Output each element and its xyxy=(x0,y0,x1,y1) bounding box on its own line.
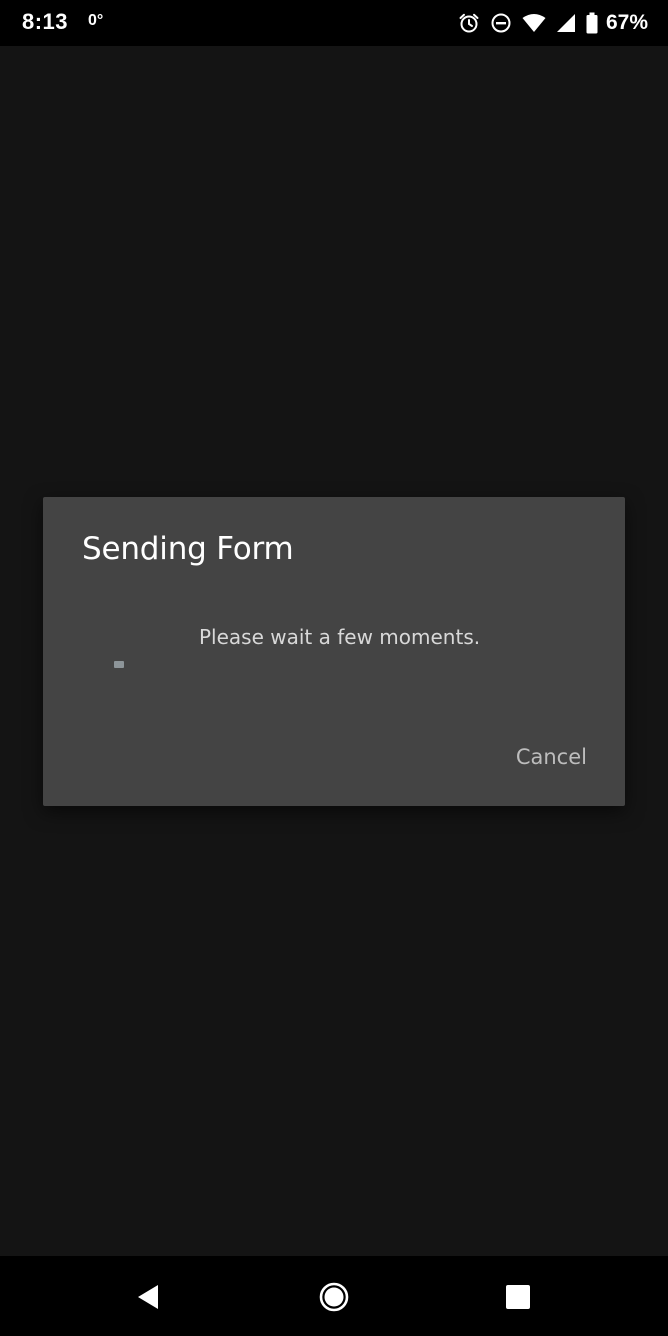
cell-signal-icon xyxy=(556,13,576,33)
battery-percent: 67% xyxy=(605,11,648,34)
home-icon xyxy=(319,1282,349,1312)
recents-icon xyxy=(506,1285,530,1309)
alarm-icon xyxy=(458,12,480,34)
home-button[interactable] xyxy=(317,1280,351,1314)
recents-button[interactable] xyxy=(501,1280,535,1314)
screen: 8:13 0° 67% Sending Form Please wait a f… xyxy=(0,0,668,1336)
dialog-message: Please wait a few moments. xyxy=(199,625,481,649)
do-not-disturb-icon xyxy=(490,12,512,34)
wifi-icon xyxy=(522,13,546,33)
dialog-title: Sending Form xyxy=(82,531,294,567)
back-icon xyxy=(138,1285,158,1309)
back-button[interactable] xyxy=(131,1280,165,1314)
status-temperature: 0° xyxy=(88,12,104,29)
progress-dialog: Sending Form Please wait a few moments. … xyxy=(43,497,625,806)
status-icons: 67% xyxy=(448,9,648,37)
cancel-button[interactable]: Cancel xyxy=(508,741,595,773)
battery-icon xyxy=(586,12,598,34)
navigation-bar xyxy=(0,1256,668,1336)
status-bar: 8:13 0° 67% xyxy=(0,0,668,46)
status-time: 8:13 xyxy=(22,9,69,34)
progress-spinner-icon xyxy=(114,661,124,668)
